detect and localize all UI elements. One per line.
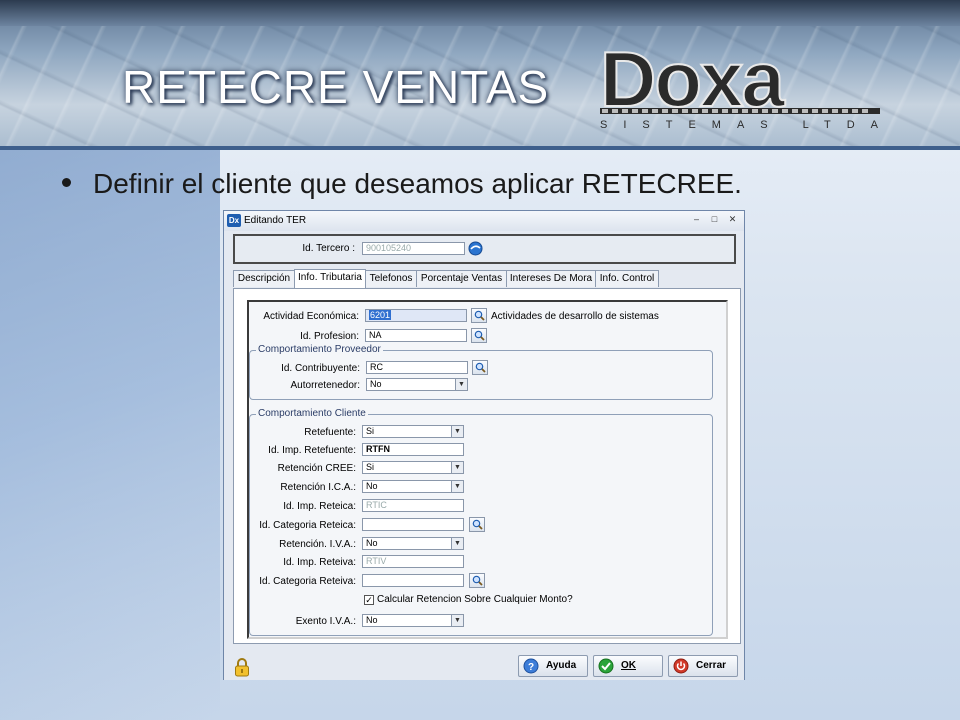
retencion-cree-select[interactable]: Si ▼ <box>362 461 464 474</box>
tab-panel-info-tributaria: Actividad Económica: 6201 Actividades de… <box>233 288 741 644</box>
tab-porcentaje-ventas[interactable]: Porcentaje Ventas <box>416 270 507 287</box>
window-titlebar[interactable]: Dx Editando TER – □ ✕ <box>224 211 744 231</box>
search-icon <box>472 575 483 586</box>
cliente-group-title: Comportamiento Cliente <box>256 408 368 419</box>
search-icon <box>474 330 485 341</box>
slide-title: RETECRE VENTAS <box>122 61 550 113</box>
close-window-button[interactable]: ✕ <box>726 214 739 225</box>
proveedor-group-title: Comportamiento Proveedor <box>256 344 383 355</box>
minimize-button[interactable]: – <box>690 214 703 225</box>
window-button-bar: ? Ayuda OK Cerrar <box>224 648 744 680</box>
chevron-down-icon[interactable]: ▼ <box>451 462 463 473</box>
imp-retefuente-label: Id. Imp. Retefuente: <box>268 445 356 456</box>
tab-descripcion[interactable]: Descripción <box>233 270 295 287</box>
categoria-reteiva-label: Id. Categoria Reteiva: <box>259 576 356 587</box>
lock-icon[interactable] <box>234 657 250 677</box>
power-icon <box>673 658 689 674</box>
retencion-ica-select[interactable]: No ▼ <box>362 480 464 493</box>
comportamiento-cliente-group: Comportamiento Cliente Retefuente: Si ▼ I… <box>249 408 713 636</box>
actividad-lookup-button[interactable] <box>471 308 487 323</box>
help-icon: ? <box>523 658 539 674</box>
id-tercero-field[interactable]: 900105240 <box>362 242 465 255</box>
ok-button[interactable]: OK <box>593 655 663 677</box>
autorretenedor-select[interactable]: No ▼ <box>366 378 468 391</box>
profesion-label: Id. Profesion: <box>300 331 359 342</box>
bullet-dot-icon <box>62 178 71 188</box>
id-tercero-label: Id. Tercero : <box>302 243 355 254</box>
check-icon <box>598 658 614 674</box>
imp-reteica-field[interactable]: RTIC <box>362 499 464 512</box>
browser-icon[interactable] <box>468 241 483 256</box>
bullet-text: Definir el cliente que deseamos aplicar … <box>62 168 742 200</box>
exento-iva-label: Exento I.V.A.: <box>295 616 356 627</box>
id-tercero-box: Id. Tercero : 900105240 <box>233 234 736 264</box>
slide-header: RETECRE VENTAS Doxa SISTEMAS LTDA. <box>0 0 960 150</box>
retefuente-select[interactable]: Si ▼ <box>362 425 464 438</box>
actividad-economica-label: Actividad Económica: <box>263 311 359 322</box>
imp-reteiva-field[interactable]: RTIV <box>362 555 464 568</box>
imp-reteiva-label: Id. Imp. Reteiva: <box>283 557 356 568</box>
contribuyente-lookup-button[interactable] <box>472 360 488 375</box>
imp-retefuente-field[interactable]: RTFN <box>362 443 464 456</box>
categoria-reteiva-lookup-button[interactable] <box>469 573 485 588</box>
tab-bar: Descripción Info. Tributaria Telefonos P… <box>233 269 736 288</box>
retefuente-label: Retefuente: <box>304 427 356 438</box>
exento-iva-select[interactable]: No ▼ <box>362 614 464 627</box>
search-icon <box>472 519 483 530</box>
chevron-down-icon[interactable]: ▼ <box>451 538 463 549</box>
editando-ter-window: Dx Editando TER – □ ✕ Id. Tercero : 9001… <box>223 210 745 680</box>
autorretenedor-label: Autorretenedor: <box>290 380 361 391</box>
chevron-down-icon[interactable]: ▼ <box>451 426 463 437</box>
comportamiento-proveedor-group: Comportamiento Proveedor Id. Contribuyen… <box>249 344 713 400</box>
chevron-down-icon[interactable]: ▼ <box>455 379 467 390</box>
tab-telefonos[interactable]: Telefonos <box>365 270 417 287</box>
contribuyente-field[interactable]: RC <box>366 361 468 374</box>
retencion-cree-label: Retención CREE: <box>277 463 356 474</box>
tab-info-control[interactable]: Info. Control <box>595 270 659 287</box>
search-icon <box>474 310 485 321</box>
categoria-reteica-field[interactable] <box>362 518 464 531</box>
contribuyente-label: Id. Contribuyente: <box>281 363 360 374</box>
form-area: Actividad Económica: 6201 Actividades de… <box>247 300 728 639</box>
slide-background <box>0 150 220 720</box>
tab-info-tributaria[interactable]: Info. Tributaria <box>294 269 366 288</box>
tab-intereses-de-mora[interactable]: Intereses De Mora <box>506 270 596 287</box>
profesion-field[interactable]: NA <box>365 329 467 342</box>
chevron-down-icon[interactable]: ▼ <box>451 615 463 626</box>
chevron-down-icon[interactable]: ▼ <box>451 481 463 492</box>
retencion-iva-label: Retención. I.V.A.: <box>279 539 356 550</box>
maximize-button[interactable]: □ <box>708 214 721 225</box>
close-button[interactable]: Cerrar <box>668 655 738 677</box>
search-icon <box>475 362 486 373</box>
svg-text:SISTEMAS LTDA.: SISTEMAS LTDA. <box>600 119 890 131</box>
categoria-reteica-label: Id. Categoria Reteica: <box>259 520 356 531</box>
categoria-reteiva-field[interactable] <box>362 574 464 587</box>
calcular-retencion-checkbox[interactable]: ✓ <box>364 595 374 605</box>
retencion-iva-select[interactable]: No ▼ <box>362 537 464 550</box>
app-icon: Dx <box>227 214 241 227</box>
actividad-economica-field[interactable]: 6201 <box>365 309 467 322</box>
profesion-lookup-button[interactable] <box>471 328 487 343</box>
doxa-logo: Doxa SISTEMAS LTDA. <box>599 36 890 131</box>
window-title: Editando TER <box>244 215 307 226</box>
actividad-descripcion: Actividades de desarrollo de sistemas <box>491 311 659 322</box>
calcular-retencion-label: Calcular Retencion Sobre Cualquier Monto… <box>377 594 573 605</box>
help-button[interactable]: ? Ayuda <box>518 655 588 677</box>
svg-text:?: ? <box>528 662 534 673</box>
imp-reteica-label: Id. Imp. Reteica: <box>283 501 356 512</box>
retencion-ica-label: Retención I.C.A.: <box>280 482 356 493</box>
categoria-reteica-lookup-button[interactable] <box>469 517 485 532</box>
